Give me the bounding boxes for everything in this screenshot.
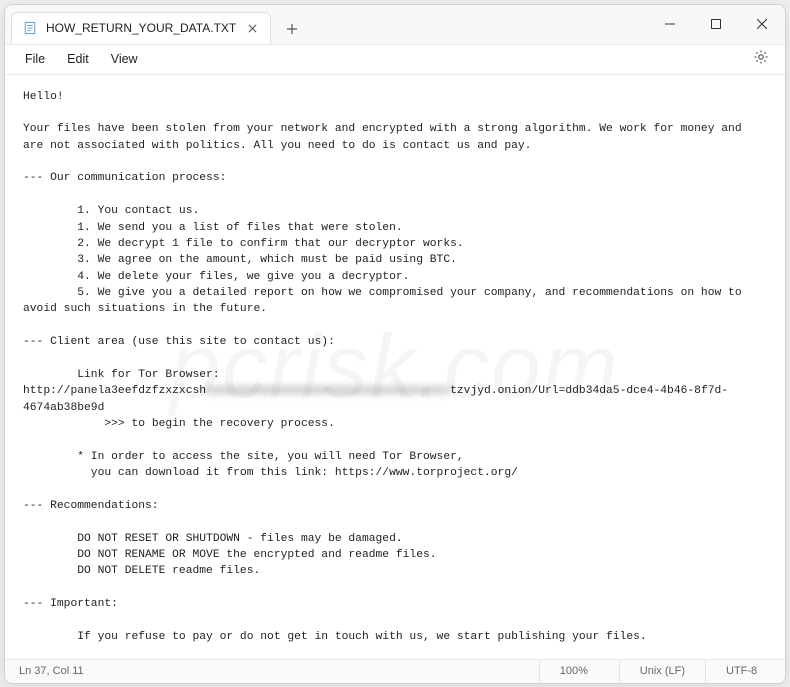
new-tab-button[interactable] — [277, 14, 307, 44]
minimize-button[interactable] — [647, 5, 693, 44]
text-line: you can download it from this link: http… — [23, 467, 518, 479]
maximize-button[interactable] — [693, 5, 739, 44]
text-line: DO NOT RESET OR SHUTDOWN - files may be … — [23, 533, 403, 545]
titlebar-drag-area[interactable] — [307, 5, 647, 44]
text-line: 4. We delete your files, we give you a d… — [23, 271, 409, 283]
status-zoom[interactable]: 100% — [539, 660, 619, 683]
redacted-text: xxxxxxxxxxxxxxxxxxxxxxxxxxxxxxxxxxxx — [206, 385, 450, 397]
text-line: 1. You contact us. — [23, 205, 199, 217]
status-cursor-position[interactable]: Ln 37, Col 11 — [5, 665, 539, 677]
text-line: * In order to access the site, you will … — [23, 451, 464, 463]
menu-file[interactable]: File — [15, 48, 55, 70]
text-line: --- Important: — [23, 598, 118, 610]
text-line: DO NOT DELETE readme files. — [23, 565, 260, 577]
statusbar: Ln 37, Col 11 100% Unix (LF) UTF-8 — [5, 659, 785, 683]
text-line: If you refuse to pay or do not get in to… — [23, 631, 647, 643]
text-line: 3. We agree on the amount, which must be… — [23, 254, 457, 266]
text-line: --- Client area (use this site to contac… — [23, 336, 335, 348]
tab-area: HOW_RETURN_YOUR_DATA.TXT — [5, 5, 307, 44]
close-tab-icon[interactable] — [244, 20, 260, 36]
notepad-window: HOW_RETURN_YOUR_DATA.TXT File Edit — [4, 4, 786, 684]
status-line-ending[interactable]: Unix (LF) — [619, 660, 705, 683]
text-line: --- Recommendations: — [23, 500, 159, 512]
settings-button[interactable] — [747, 45, 775, 73]
text-line: --- Our communication process: — [23, 172, 226, 184]
text-line: >>> to begin the recovery process. — [23, 418, 335, 430]
text-line: Your files have been stolen from your ne… — [23, 123, 748, 151]
menu-view[interactable]: View — [101, 48, 148, 70]
text-editor-area[interactable]: pcrisk.com Hello! Your files have been st… — [5, 75, 785, 659]
text-line: 2. We decrypt 1 file to confirm that our… — [23, 238, 464, 250]
status-encoding[interactable]: UTF-8 — [705, 660, 785, 683]
menu-edit[interactable]: Edit — [57, 48, 99, 70]
watermark: pcrisk.com — [170, 301, 620, 432]
window-controls — [647, 5, 785, 44]
gear-icon — [753, 49, 769, 70]
tab-title: HOW_RETURN_YOUR_DATA.TXT — [46, 21, 236, 35]
document-icon — [22, 20, 38, 36]
text-line: 5. We give you a detailed report on how … — [23, 287, 748, 315]
close-window-button[interactable] — [739, 5, 785, 44]
text-line: Hello! — [23, 91, 64, 103]
titlebar: HOW_RETURN_YOUR_DATA.TXT — [5, 5, 785, 45]
text-line: DO NOT RENAME OR MOVE the encrypted and … — [23, 549, 437, 561]
document-tab[interactable]: HOW_RETURN_YOUR_DATA.TXT — [11, 12, 271, 44]
text-line: Link for Tor Browser: http://panela3eefd… — [23, 369, 226, 397]
menubar: File Edit View — [5, 45, 785, 75]
text-line: 1. We send you a list of files that were… — [23, 222, 403, 234]
